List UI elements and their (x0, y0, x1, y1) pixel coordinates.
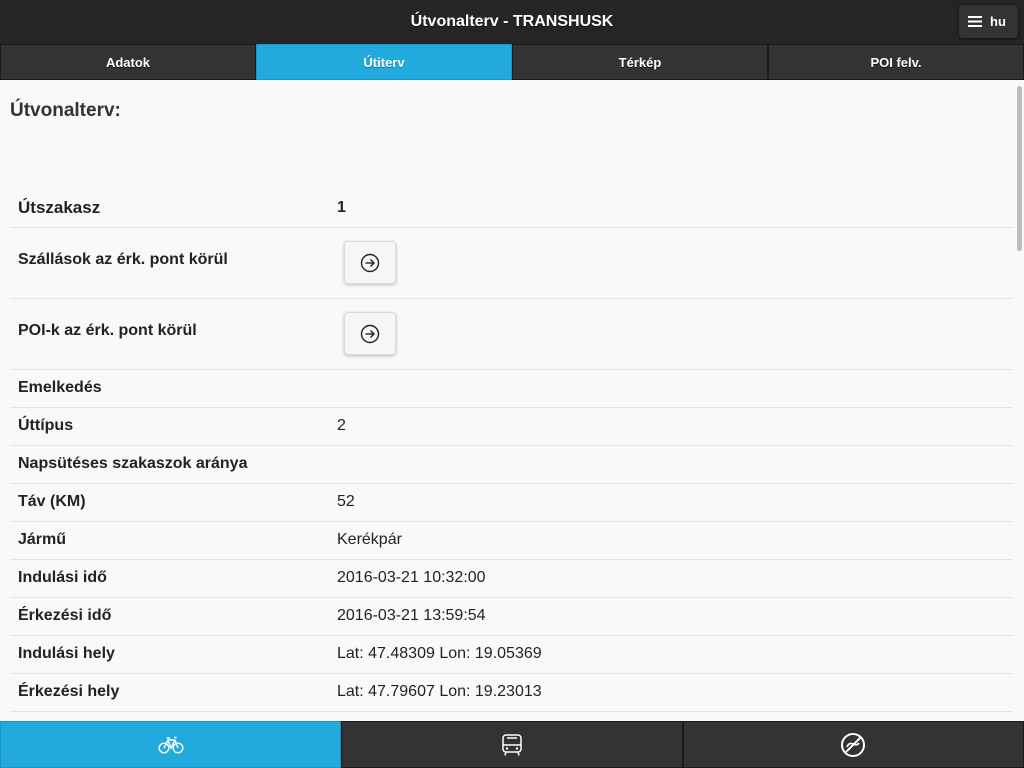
tab-bar: Adatok Útiterv Térkép POI felv. (0, 44, 1024, 80)
tab-terkep[interactable]: Térkép (512, 44, 768, 80)
vehicle-value: Kerékpár (337, 521, 1013, 560)
nav-no-walking-button[interactable] (682, 721, 1024, 768)
tab-adatok[interactable]: Adatok (0, 44, 256, 80)
table-row: Útszakasz 1 (10, 190, 1013, 228)
hamburger-icon (968, 16, 982, 27)
elevation-label: Emelkedés (10, 369, 337, 408)
road-type-label: Úttípus (10, 407, 337, 446)
sunny-ratio-label: Napsütéses szakaszok aránya (10, 445, 337, 484)
tab-utiterv[interactable]: Útiterv (256, 44, 512, 80)
table-row: Úttípus 2 (10, 407, 1013, 446)
table-row: Indulási hely Lat: 47.48309 Lon: 19.0536… (10, 635, 1013, 674)
table-row: Szállások az érk. pont körül (10, 227, 1013, 299)
arrival-place-value: Lat: 47.79607 Lon: 19.23013 (337, 673, 1013, 712)
arrival-time-label: Érkezési idő (10, 597, 337, 636)
accommodations-button[interactable] (344, 241, 396, 284)
nav-bicycle-button[interactable] (0, 721, 342, 768)
distance-label: Táv (KM) (10, 483, 337, 522)
table-row: Jármű Kerékpár (10, 521, 1013, 560)
departure-time-label: Indulási idő (10, 559, 337, 598)
pois-button[interactable] (344, 312, 396, 355)
bottom-nav-bar (0, 721, 1024, 768)
segment-value: 1 (337, 190, 1013, 228)
arrival-time-value: 2016-03-21 13:59:54 (337, 597, 1013, 636)
app-header: Útvonalterv - TRANSHUSK hu (0, 0, 1024, 44)
arrow-right-circle-icon (360, 253, 380, 272)
bicycle-icon (158, 736, 184, 754)
departure-place-value: Lat: 47.48309 Lon: 19.05369 (337, 635, 1013, 674)
route-details-table: Útszakasz 1 Szállások az érk. pont körül… (10, 190, 1013, 712)
main-content: Útvonalterv: Útszakasz 1 Szállások az ér… (0, 80, 1024, 721)
departure-place-label: Indulási hely (10, 635, 337, 674)
road-type-value: 2 (337, 407, 1013, 446)
accommodations-label: Szállások az érk. pont körül (10, 227, 337, 299)
vehicle-label: Jármű (10, 521, 337, 560)
no-walking-icon (841, 732, 866, 757)
page-title: Útvonalterv - TRANSHUSK (410, 13, 614, 30)
language-label: hu (990, 14, 1006, 29)
scrollbar[interactable] (1017, 86, 1022, 251)
page-heading: Útvonalterv: (10, 100, 121, 121)
table-row: Érkezési idő 2016-03-21 13:59:54 (10, 597, 1013, 636)
segment-label: Útszakasz (10, 190, 337, 228)
arrow-right-circle-icon (360, 324, 380, 343)
nav-bus-button[interactable] (341, 721, 683, 768)
distance-value: 52 (337, 483, 1013, 522)
pois-label: POI-k az érk. pont körül (10, 298, 337, 370)
table-row: Napsütéses szakaszok aránya (10, 445, 1013, 484)
bus-icon (502, 733, 522, 756)
arrival-place-label: Érkezési hely (10, 673, 337, 712)
table-row: Táv (KM) 52 (10, 483, 1013, 522)
sunny-ratio-value (337, 445, 1013, 484)
table-row: Emelkedés (10, 369, 1013, 408)
table-row: Indulási idő 2016-03-21 10:32:00 (10, 559, 1013, 598)
language-menu-button[interactable]: hu (959, 5, 1018, 38)
table-row: POI-k az érk. pont körül (10, 298, 1013, 370)
elevation-value (337, 369, 1013, 408)
tab-poi-felv[interactable]: POI felv. (768, 44, 1024, 80)
departure-time-value: 2016-03-21 10:32:00 (337, 559, 1013, 598)
table-row: Érkezési hely Lat: 47.79607 Lon: 19.2301… (10, 673, 1013, 712)
